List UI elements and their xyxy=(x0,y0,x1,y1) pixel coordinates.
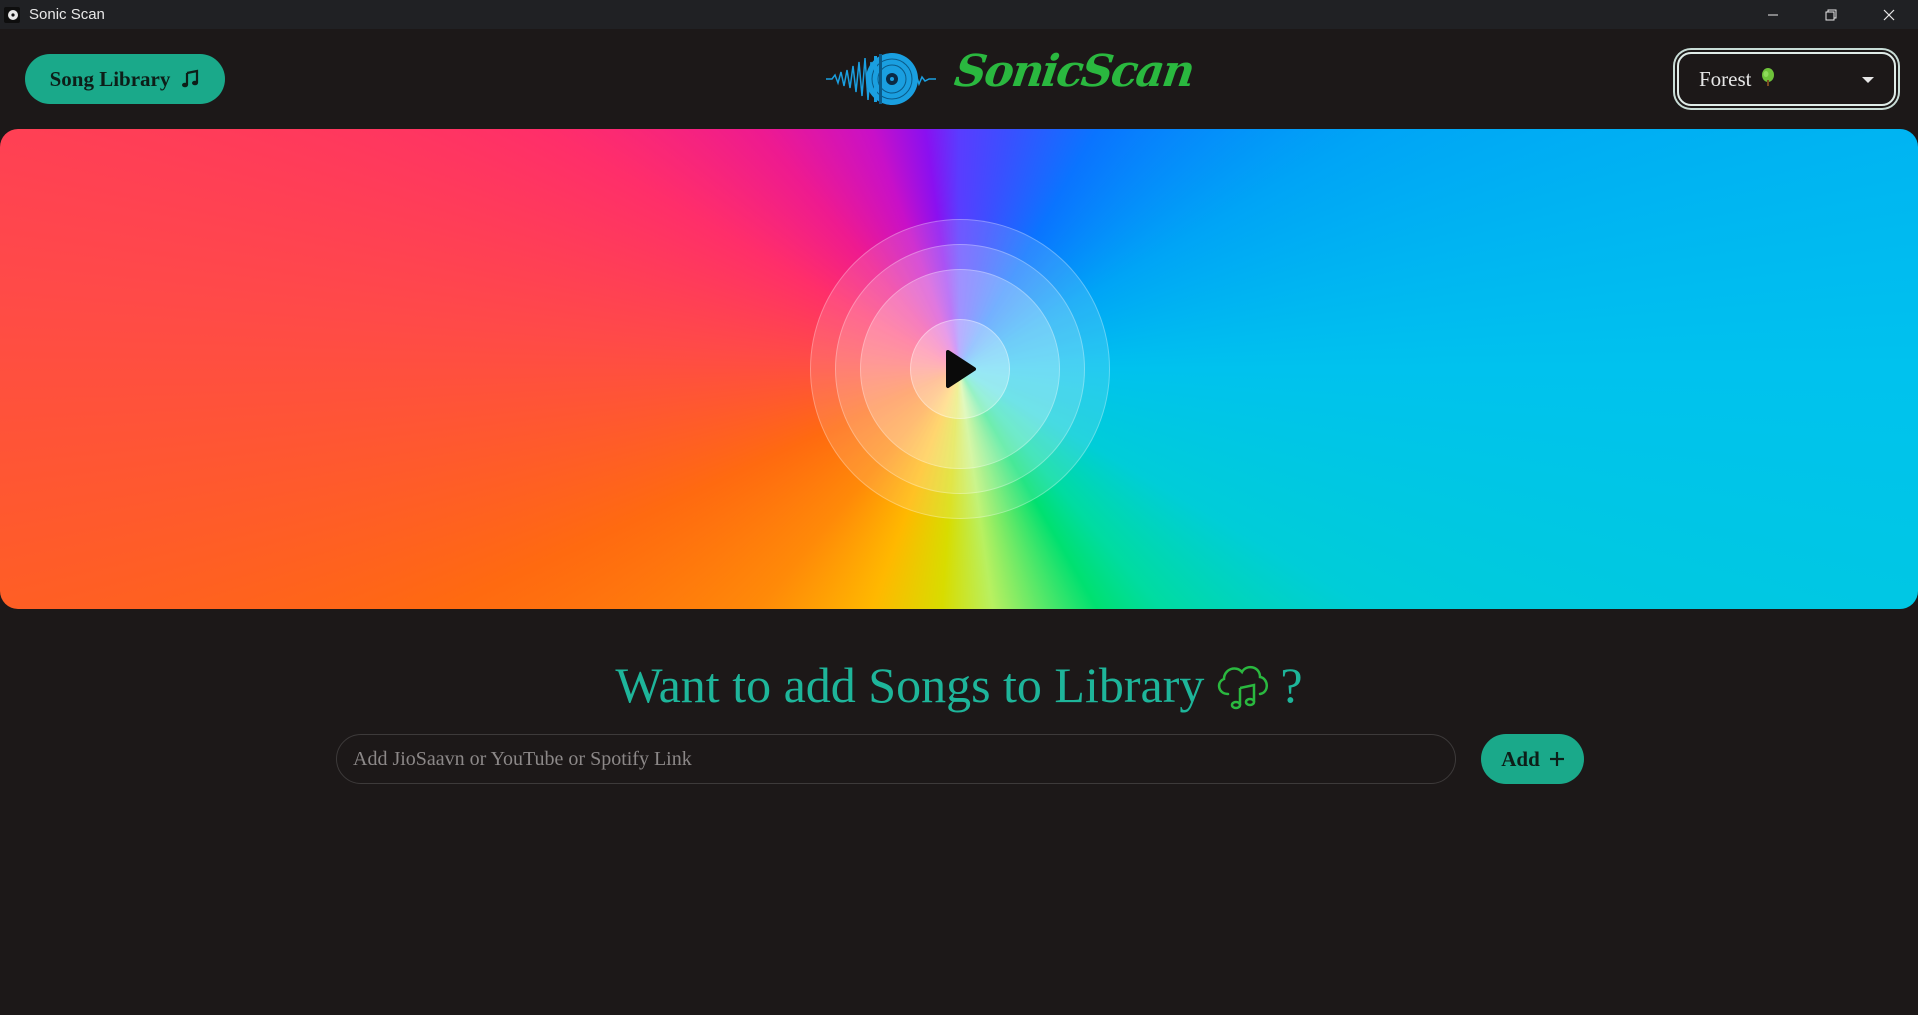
add-songs-heading: Want to add Songs to Library ? xyxy=(0,650,1918,720)
play-icon xyxy=(946,350,976,388)
music-note-icon xyxy=(182,69,199,88)
add-button[interactable]: Add xyxy=(1481,734,1584,784)
minimize-button[interactable] xyxy=(1744,0,1802,29)
close-icon xyxy=(1883,9,1895,20)
logo-text: SonicScan xyxy=(951,46,1197,97)
hero-banner xyxy=(0,129,1918,609)
heading-text: Want to add Songs to Library xyxy=(615,657,1205,713)
theme-select[interactable]: Forest xyxy=(1677,52,1896,106)
heading-question-mark: ? xyxy=(1280,657,1303,713)
restore-icon xyxy=(1825,9,1837,20)
window-titlebar: Sonic Scan xyxy=(0,0,1918,29)
app-icon xyxy=(2,5,22,25)
restore-button[interactable] xyxy=(1802,0,1860,29)
close-button[interactable] xyxy=(1860,0,1918,29)
song-link-input[interactable] xyxy=(336,734,1456,784)
minimize-icon xyxy=(1768,14,1778,15)
tree-icon xyxy=(1760,67,1776,92)
song-library-button[interactable]: Song Library xyxy=(25,54,225,104)
theme-selected-value: Forest xyxy=(1699,66,1752,91)
play-button[interactable] xyxy=(910,319,1010,419)
cloud-music-icon xyxy=(1214,660,1270,710)
plus-icon xyxy=(1549,752,1564,766)
chevron-down-icon xyxy=(1862,77,1874,83)
window-title: Sonic Scan xyxy=(29,6,105,23)
add-button-label: Add xyxy=(1501,746,1540,771)
song-library-label: Song Library xyxy=(49,66,171,91)
